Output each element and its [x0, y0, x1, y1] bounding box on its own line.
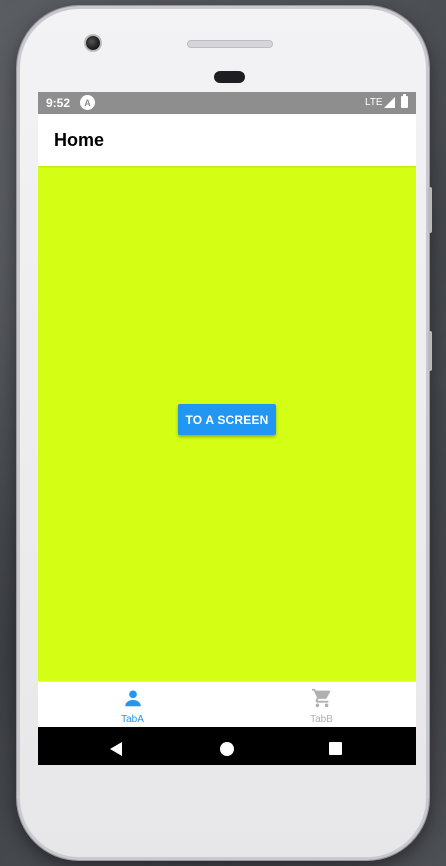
recents-square-icon[interactable] [329, 742, 342, 755]
to-a-screen-button[interactable]: TO A SCREEN [178, 404, 276, 435]
tab-label-taba: TabA [121, 714, 144, 725]
device-screen: 9:52 A LTE Home TO A SCREEN TabA TabB [38, 92, 416, 765]
home-circle-icon[interactable] [220, 742, 234, 756]
tab-taba[interactable]: TabA [38, 682, 227, 727]
network-type: LTE [365, 97, 383, 108]
power-button [428, 331, 432, 371]
screen-content: TO A SCREEN [38, 166, 416, 681]
cart-icon [311, 688, 330, 708]
system-nav-bar [38, 727, 416, 765]
bottom-tab-bar: TabA TabB [38, 681, 416, 727]
signal-icon [384, 97, 395, 108]
phone-frame: 9:52 A LTE Home TO A SCREEN TabA TabB [17, 6, 432, 860]
status-bar: 9:52 A LTE [38, 92, 416, 114]
tab-label-tabb: TabB [310, 714, 333, 725]
earpiece-speaker [187, 40, 273, 48]
proximity-sensor [214, 71, 245, 83]
page-title: Home [54, 130, 105, 150]
back-triangle-icon[interactable] [110, 742, 122, 756]
app-notification-icon: A [80, 95, 95, 110]
app-header: Home [38, 114, 416, 166]
status-time: 9:52 [46, 96, 71, 110]
tab-tabb[interactable]: TabB [227, 682, 416, 727]
person-icon [124, 690, 141, 707]
front-camera [84, 34, 102, 52]
volume-button [428, 187, 432, 233]
battery-icon [401, 94, 408, 108]
